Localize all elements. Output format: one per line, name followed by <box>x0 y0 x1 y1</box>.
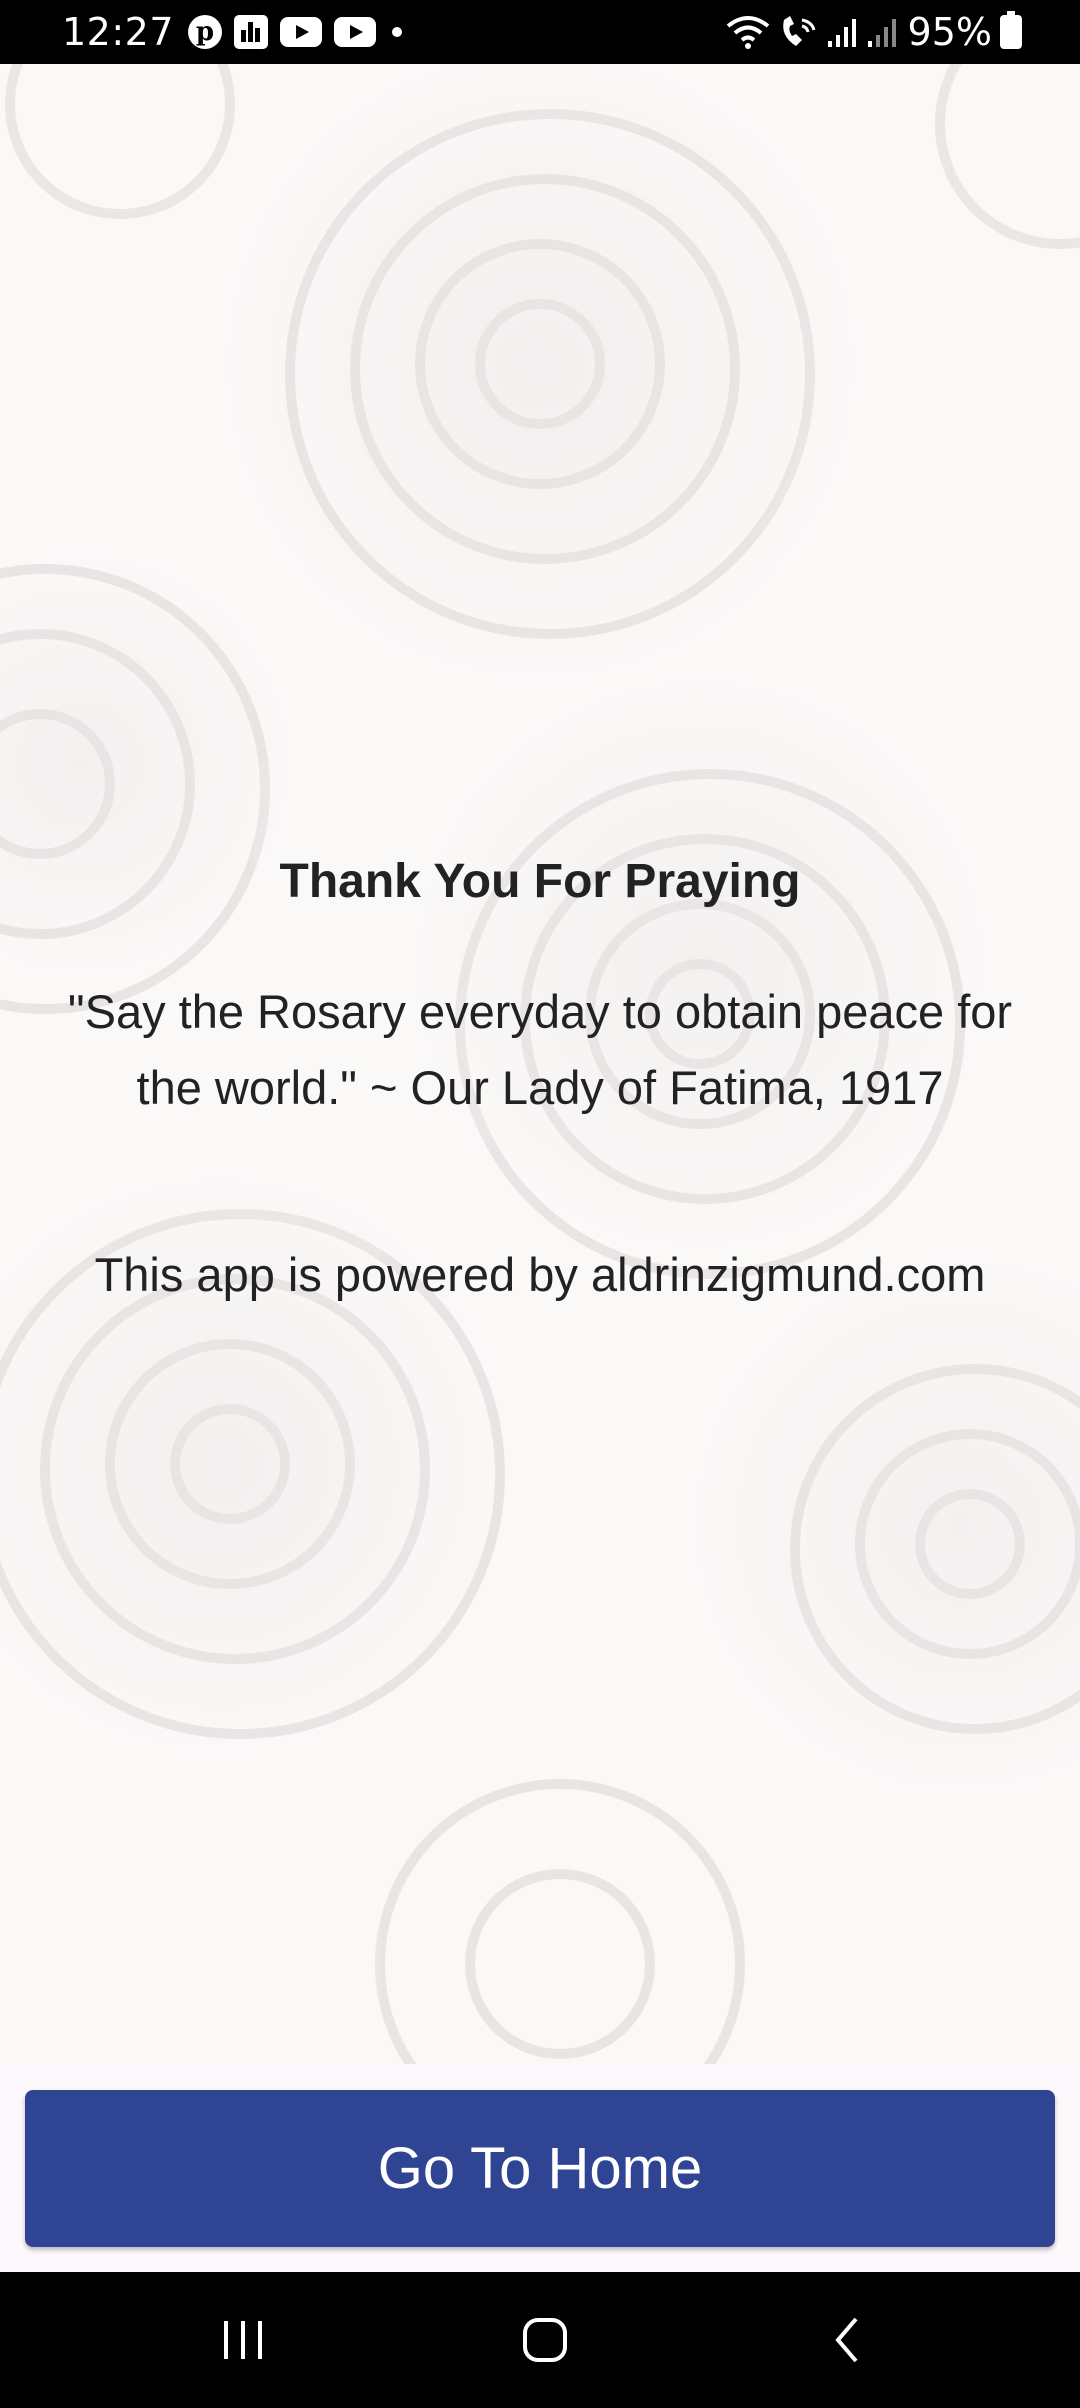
status-bar: 12:27 p 95% <box>0 0 1080 64</box>
thank-you-screen: Thank You For Praying "Say the Rosary ev… <box>0 64 1080 2064</box>
wifi-call-icon <box>782 16 815 46</box>
rosary-quote: "Say the Rosary everyday to obtain peace… <box>67 985 1013 1114</box>
back-icon[interactable] <box>768 2272 928 2408</box>
signal-icon <box>827 19 856 47</box>
status-left: 12:27 p <box>62 10 403 54</box>
stats-icon <box>234 15 269 49</box>
go-to-home-button[interactable]: Go To Home <box>25 2090 1055 2247</box>
page-title: Thank You For Praying <box>279 855 801 908</box>
youtube-icon <box>334 17 377 47</box>
dot-icon <box>392 27 403 37</box>
battery-percent: 95% <box>907 10 992 54</box>
bottom-action-area: Go To Home <box>0 2064 1080 2272</box>
status-right: 95% <box>718 10 1022 54</box>
recents-icon[interactable] <box>163 2272 323 2408</box>
status-time: 12:27 <box>62 10 175 54</box>
signal-icon <box>867 19 896 47</box>
powered-by-text: This app is powered by aldrinzigmund.com <box>94 1248 986 1301</box>
navigation-bar <box>0 2272 1080 2408</box>
wifi-icon <box>726 16 769 49</box>
youtube-icon <box>280 17 323 47</box>
home-icon[interactable] <box>465 2272 625 2408</box>
battery-icon <box>1000 11 1022 49</box>
pinterest-icon: p <box>188 15 223 49</box>
